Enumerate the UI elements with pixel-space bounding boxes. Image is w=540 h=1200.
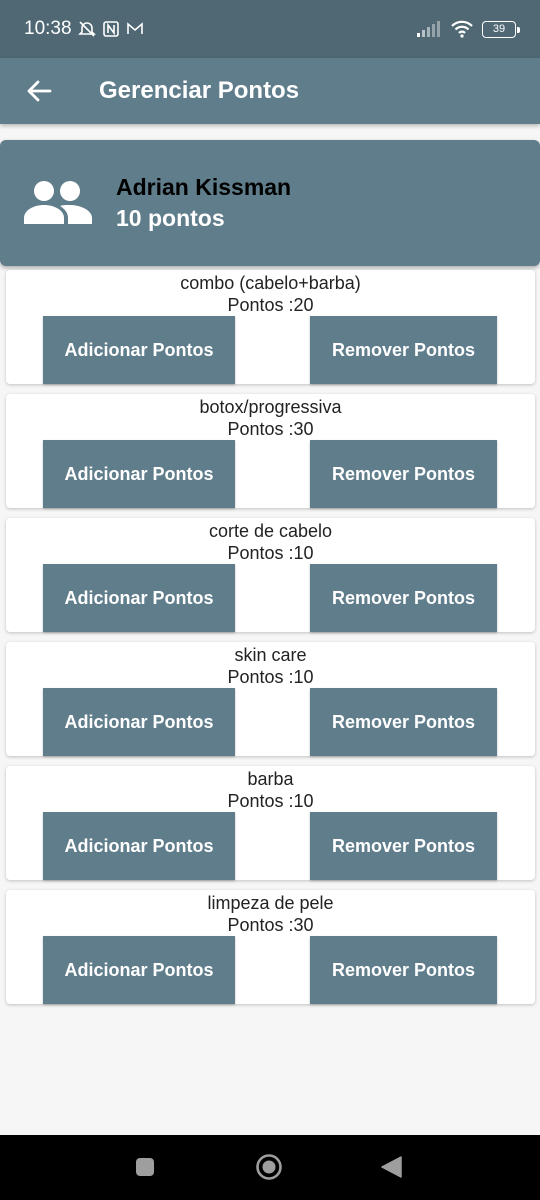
page-title: Gerenciar Pontos [99,77,300,104]
service-points: Pontos :10 [227,791,314,811]
service-card: combo (cabelo+barba) Pontos :20 Adiciona… [6,270,535,384]
status-notification-icons [77,20,144,38]
service-card: corte de cabelo Pontos :10 Adicionar Pon… [6,518,535,632]
status-time: 10:38 [24,18,72,39]
recents-button[interactable] [133,1155,157,1179]
user-name: Adrian Kissman [116,174,292,200]
status-bar: 10:38 39 [0,0,540,58]
remove-points-button[interactable]: Remover Pontos [310,936,497,1004]
service-name: limpeza de pele [207,893,334,913]
service-name: skin care [234,645,307,665]
service-points: Pontos :30 [227,419,314,439]
service-name: corte de cabelo [208,521,333,541]
battery-level: 39 [492,23,506,35]
add-points-button[interactable]: Adicionar Pontos [43,316,235,384]
add-points-button[interactable]: Adicionar Pontos [43,564,235,632]
service-points: Pontos :30 [227,915,314,935]
wifi-icon [451,20,473,38]
app-bar: Gerenciar Pontos [0,58,540,124]
back-button[interactable] [0,58,78,124]
user-points: 10 pontos [116,205,225,231]
nfc-icon [102,21,119,37]
circle-icon [256,1154,282,1180]
remove-points-button[interactable]: Remover Pontos [310,812,497,880]
triangle-icon [381,1156,402,1178]
add-points-button[interactable]: Adicionar Pontos [43,688,235,756]
status-right-icons: 39 [416,20,520,38]
remove-points-button[interactable]: Remover Pontos [310,440,497,508]
service-name: barba [247,769,294,789]
service-points: Pontos :20 [227,295,314,315]
service-card: barba Pontos :10 Adicionar Pontos Remove… [6,766,535,880]
service-card: botox/progressiva Pontos :30 Adicionar P… [6,394,535,508]
group-icon [24,181,92,224]
nav-back-button[interactable] [379,1154,403,1180]
service-name: botox/progressiva [199,397,342,417]
service-card: skin care Pontos :10 Adicionar Pontos Re… [6,642,535,756]
service-list: combo (cabelo+barba) Pontos :20 Adiciona… [6,270,535,1014]
system-nav-bar [0,1135,540,1200]
square-icon [136,1158,154,1176]
add-points-button[interactable]: Adicionar Pontos [43,812,235,880]
battery-indicator: 39 [482,20,520,38]
add-points-button[interactable]: Adicionar Pontos [43,440,235,508]
service-points: Pontos :10 [227,543,314,563]
user-info: Adrian Kissman 10 pontos [116,174,291,232]
user-icon-wrapper [0,180,116,226]
service-points: Pontos :10 [227,667,314,687]
alarm-off-icon [77,21,96,37]
service-card: limpeza de pele Pontos :30 Adicionar Pon… [6,890,535,1004]
mail-icon [126,22,143,34]
remove-points-button[interactable]: Remover Pontos [310,688,497,756]
signal-icon [417,21,440,37]
user-card: Adrian Kissman 10 pontos [0,140,540,266]
service-name: combo (cabelo+barba) [180,273,361,293]
add-points-button[interactable]: Adicionar Pontos [43,936,235,1004]
home-button[interactable] [254,1152,284,1182]
remove-points-button[interactable]: Remover Pontos [310,316,497,384]
arrow-left-icon [27,80,52,102]
remove-points-button[interactable]: Remover Pontos [310,564,497,632]
